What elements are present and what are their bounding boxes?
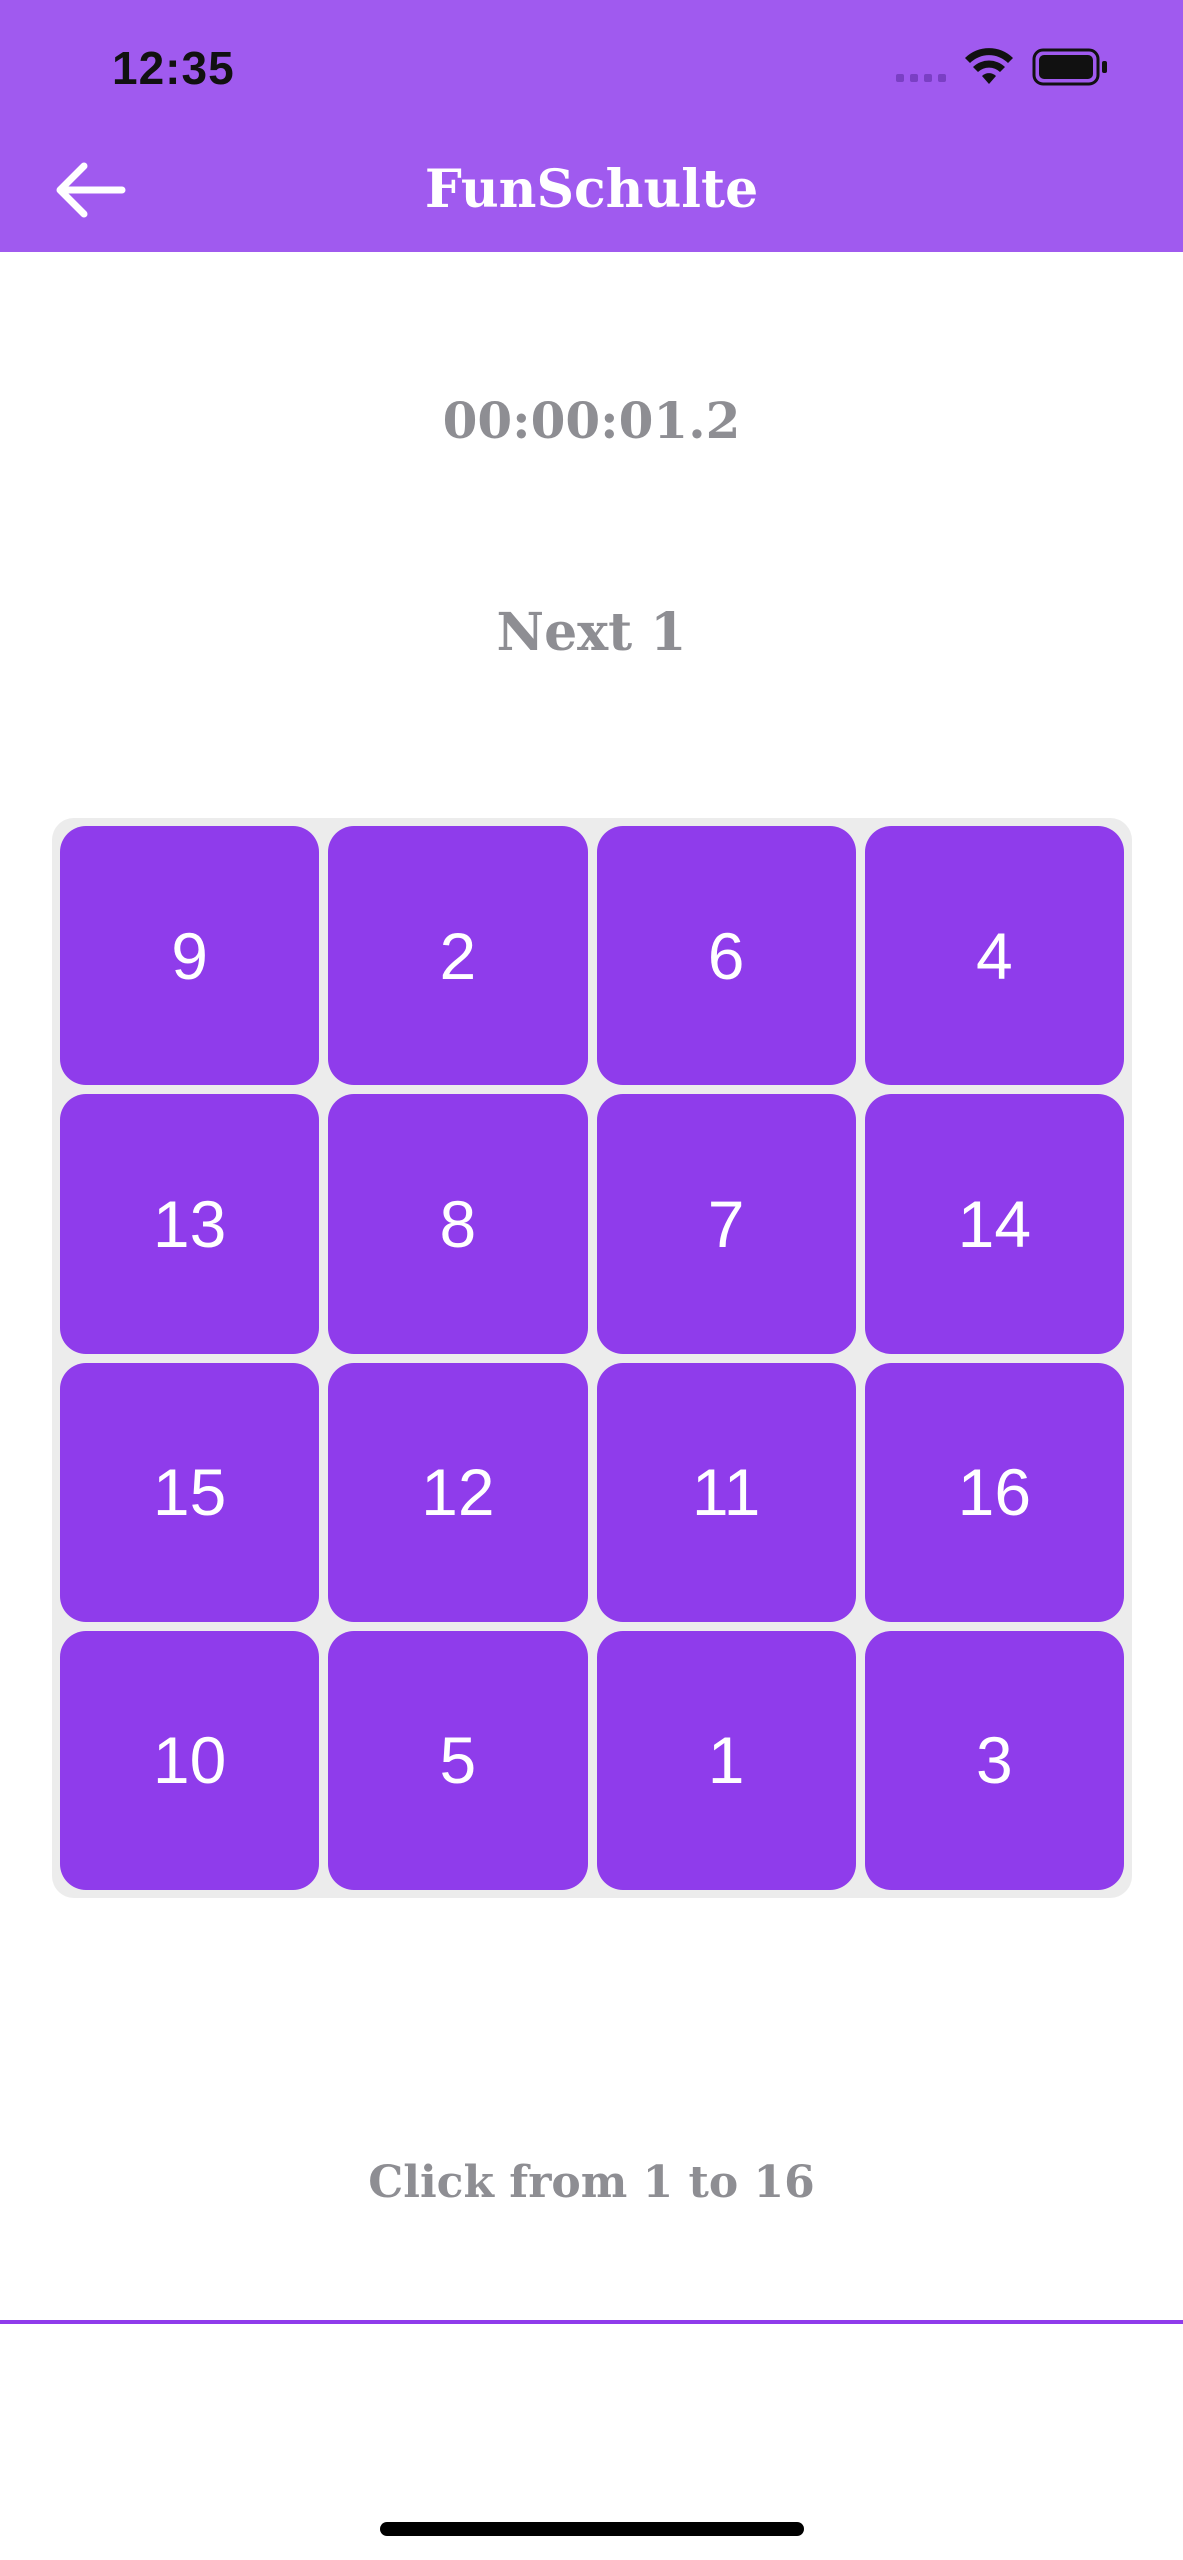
elapsed-timer: 00:00:01.2 (442, 391, 741, 450)
signal-icon (896, 74, 946, 82)
status-time: 12:35 (112, 42, 235, 94)
grid-tile[interactable]: 8 (328, 1094, 588, 1354)
tile-number: 9 (171, 918, 208, 993)
tile-number: 8 (439, 1186, 477, 1261)
bottom-divider (0, 2320, 1183, 2324)
instruction-text: Click from 1 to 16 (368, 2157, 815, 2208)
tile-number: 6 (707, 918, 745, 993)
grid-tile[interactable]: 14 (864, 1094, 1124, 1354)
grid-tile[interactable]: 4 (864, 826, 1124, 1086)
grid-tile[interactable]: 12 (328, 1362, 588, 1622)
tile-number: 5 (439, 1723, 477, 1798)
app-header: 12:35 FunSchulte (0, 0, 1183, 252)
next-value: 1 (650, 602, 687, 663)
tile-number: 16 (957, 1455, 1032, 1530)
grid-tile[interactable]: 10 (60, 1630, 320, 1890)
tile-number: 1 (707, 1723, 745, 1798)
tile-number: 7 (707, 1186, 745, 1261)
tile-number: 11 (691, 1455, 761, 1530)
grid-tile[interactable]: 6 (596, 826, 856, 1086)
grid-tile[interactable]: 5 (328, 1630, 588, 1890)
grid-tile[interactable]: 7 (596, 1094, 856, 1354)
tile-number: 13 (152, 1186, 227, 1261)
grid-tile[interactable]: 1 (596, 1630, 856, 1890)
tile-number: 14 (957, 1186, 1032, 1261)
tile-number: 2 (439, 918, 477, 993)
wifi-icon (965, 48, 1013, 84)
tile-number: 12 (421, 1455, 495, 1530)
battery-icon (1032, 48, 1107, 86)
grid-tile[interactable]: 3 (864, 1630, 1124, 1890)
home-indicator[interactable] (380, 2522, 804, 2536)
grid-tile[interactable]: 2 (328, 826, 588, 1086)
grid-tile[interactable]: 13 (60, 1094, 320, 1354)
grid-tile[interactable]: 9 (60, 826, 320, 1086)
schulte-grid: 9 2 6 4 13 8 7 14 15 12 11 16 10 5 1 3 (52, 818, 1132, 1898)
tile-number: 15 (152, 1455, 227, 1530)
grid-tile[interactable]: 16 (864, 1362, 1124, 1622)
grid-tile[interactable]: 11 (596, 1362, 856, 1622)
next-number-indicator: Next 1 (0, 598, 1183, 668)
tile-number: 4 (976, 918, 1013, 993)
tile-number: 3 (976, 1723, 1013, 1798)
next-label: Next (496, 602, 633, 663)
arrow-left-icon (56, 162, 126, 218)
tile-number: 10 (152, 1723, 227, 1798)
app-title: FunSchulte (424, 159, 759, 220)
back-button[interactable] (48, 150, 138, 230)
grid-tile[interactable]: 15 (60, 1362, 320, 1622)
